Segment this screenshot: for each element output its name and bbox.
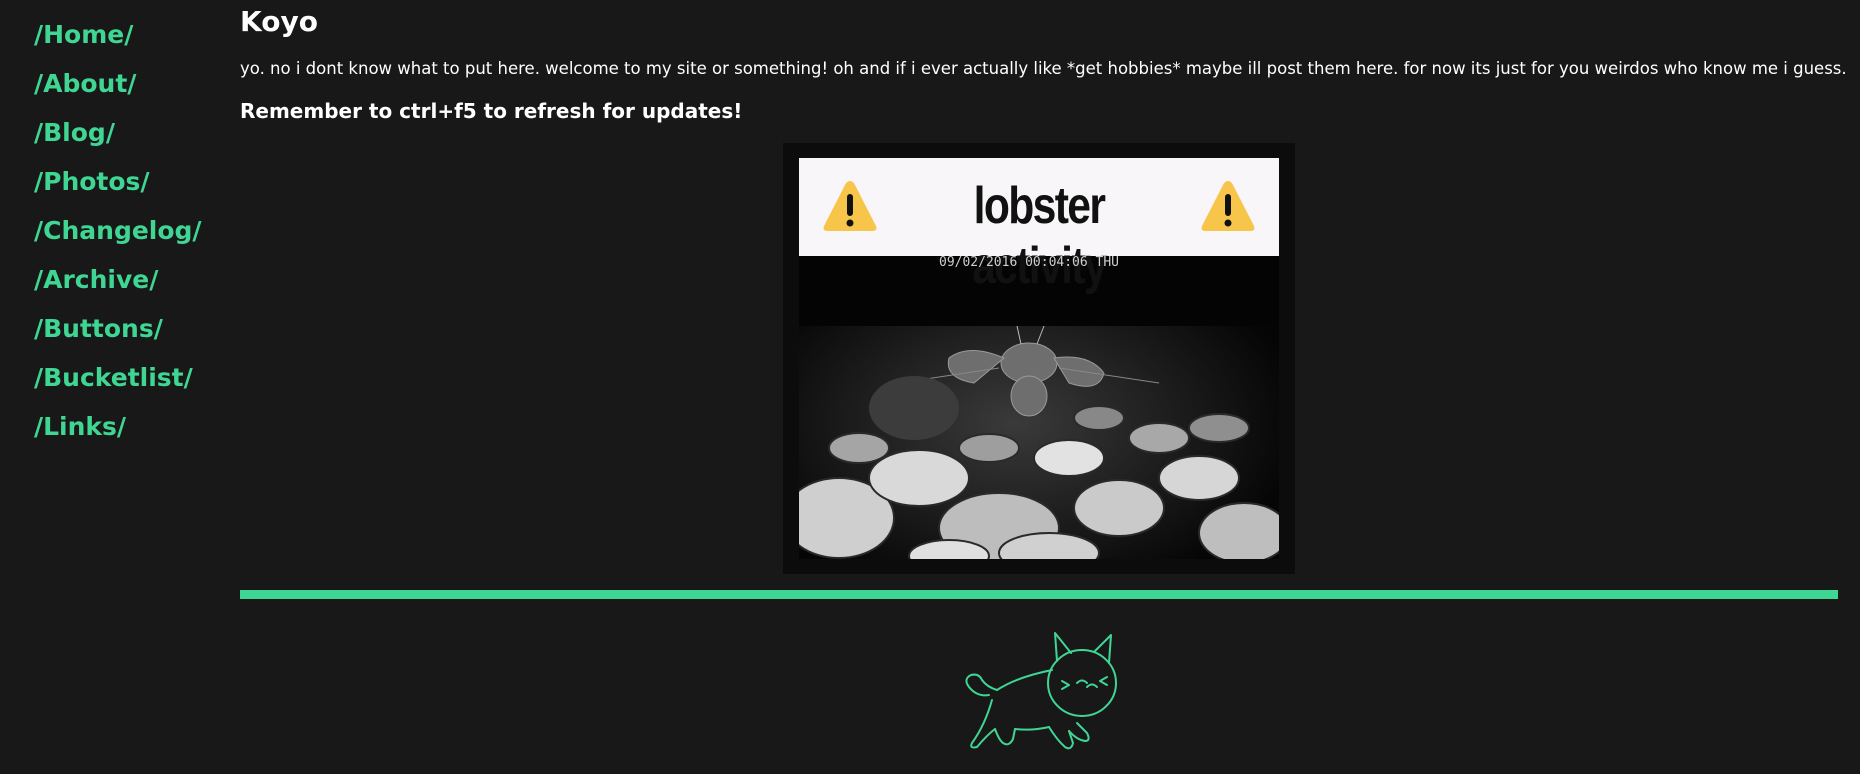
intro-text: yo. no i dont know what to put here. wel… — [240, 59, 1847, 78]
banner-text: lobster activity — [972, 177, 1107, 295]
nav-link-bucketlist[interactable]: /Bucketlist/ — [34, 353, 224, 402]
lobster-gif: lobster activity 09/02/2016 00:04:06 THU — [799, 158, 1279, 559]
nav-link-changelog[interactable]: /Changelog/ — [34, 206, 224, 255]
camera-timestamp: 09/02/2016 00:04:06 THU — [939, 255, 1120, 270]
nav-link-home[interactable]: /Home/ — [34, 10, 224, 59]
lobster-gif-frame: lobster activity 09/02/2016 00:04:06 THU — [783, 143, 1295, 574]
sidebar-nav: /Home/ /About/ /Blog/ /Photos/ /Changelo… — [34, 10, 224, 451]
warning-icon — [1201, 181, 1255, 231]
nav-link-photos[interactable]: /Photos/ — [34, 157, 224, 206]
nav-link-links[interactable]: /Links/ — [34, 402, 224, 451]
gif-banner: lobster activity — [799, 158, 1279, 295]
nav-link-blog[interactable]: /Blog/ — [34, 108, 224, 157]
page-title: Koyo — [240, 5, 318, 38]
nav-link-buttons[interactable]: /Buttons/ — [34, 304, 224, 353]
warning-icon — [823, 181, 877, 231]
nav-link-about[interactable]: /About/ — [34, 59, 224, 108]
cat-icon — [965, 632, 1117, 750]
refresh-reminder: Remember to ctrl+f5 to refresh for updat… — [240, 99, 743, 123]
nav-link-archive[interactable]: /Archive/ — [34, 255, 224, 304]
divider — [240, 590, 1838, 599]
